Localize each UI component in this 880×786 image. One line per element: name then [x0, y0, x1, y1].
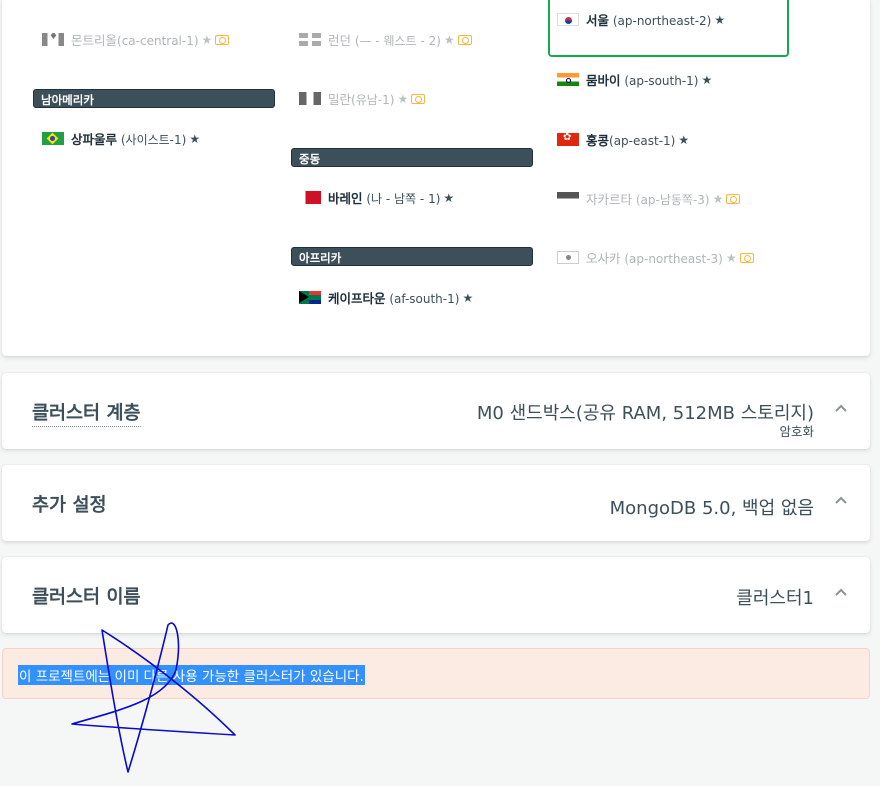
region-name: 상파울루 [71, 132, 118, 147]
region-option-bahrain[interactable]: 바레인 (나 - 남쪽 - 1) ★ [299, 188, 454, 207]
region-name: 런던 [328, 33, 352, 48]
star-icon: ★ [443, 190, 455, 205]
region-option-london: 런던 (— - 웨스트 - 2) ★ [299, 30, 472, 49]
region-code: (af-south-1) [389, 292, 460, 306]
region-option-jakarta: 자카르타 (ap-남동쪽-3) ★ [557, 189, 741, 208]
cluster-name-title: 클러스터 이름 [32, 587, 141, 608]
region-selector-card: 몬트리올(ca-central-1) ★ 남아메리카 상파울루 (사이스트-1)… [2, 0, 870, 356]
star-icon: ★ [714, 12, 726, 27]
region-option-hong-kong[interactable]: 홍콩(ap-east-1) ★ [557, 130, 689, 149]
region-name: 서울 [586, 13, 610, 28]
region-name: 뭄바이 [586, 73, 621, 88]
chevron-up-icon[interactable] [834, 401, 848, 415]
region-option-seoul[interactable]: 서울 (ap-northeast-2) ★ [557, 10, 725, 29]
cluster-tier-title: 클러스터 계층 [32, 399, 141, 427]
region-option-sao-paulo[interactable]: 상파울루 (사이스트-1) ★ [42, 129, 200, 148]
star-icon: ★ [462, 290, 474, 305]
region-group-middle-east: 중동 [291, 148, 533, 167]
region-name: 밀란 [328, 92, 352, 107]
cluster-name-value: 클러스터1 [736, 588, 814, 609]
star-icon: ★ [678, 132, 690, 147]
region-option-milan: 밀란(유남-1) ★ [299, 89, 426, 108]
free-tier-icon [215, 34, 230, 45]
additional-settings-value: MongoDB 5.0, 백업 없음 [609, 498, 814, 519]
region-option-cape-town[interactable]: 케이프타운 (af-south-1) ★ [299, 288, 473, 307]
star-icon: ★ [443, 32, 455, 47]
brazil-flag-icon [42, 132, 64, 145]
japan-flag-icon [557, 251, 579, 264]
error-banner: 이 프로젝트에는 이미 다른 사용 가능한 클러스터가 있습니다. [2, 648, 870, 699]
star-icon: ★ [201, 32, 213, 47]
india-flag-icon [557, 73, 579, 86]
free-tier-icon [457, 34, 472, 45]
region-option-mumbai[interactable]: 뭄바이 (ap-south-1) ★ [557, 70, 712, 89]
region-name: 자카르타 [586, 192, 633, 207]
region-code: (— - 웨스트 - 2) [354, 34, 441, 48]
korea-flag-icon [557, 13, 579, 26]
region-group-africa: 아프리카 [291, 247, 533, 266]
cluster-name-section[interactable]: 클러스터 이름 클러스터1 [2, 557, 870, 633]
cluster-tier-section[interactable]: 클러스터 계층 M0 샌드박스(공유 RAM, 512MB 스토리지) 암호화 [2, 373, 870, 449]
italy-flag-icon [299, 92, 321, 105]
star-icon: ★ [712, 191, 724, 206]
region-name: 케이프타운 [328, 291, 386, 306]
cluster-tier-subtext: 암호화 [779, 424, 814, 439]
chevron-up-icon[interactable] [834, 493, 848, 507]
hong-kong-flag-icon [557, 133, 579, 146]
chevron-up-icon[interactable] [834, 585, 848, 599]
region-name: 바레인 [328, 191, 363, 206]
region-code: (ap-south-1) [624, 74, 699, 88]
additional-settings-title: 추가 설정 [32, 495, 107, 516]
region-name: 오사카 [586, 251, 621, 266]
error-message: 이 프로젝트에는 이미 다른 사용 가능한 클러스터가 있습니다. [18, 665, 365, 685]
region-code: (나 - 남쪽 - 1) [366, 192, 441, 206]
region-code: (사이스트-1) [120, 133, 187, 147]
free-tier-icon [411, 93, 426, 104]
region-code: (ap-northeast-3) [624, 252, 723, 266]
region-option-montreal: 몬트리올(ca-central-1) ★ [42, 30, 230, 49]
bahrain-flag-icon [299, 191, 321, 204]
south-africa-flag-icon [299, 291, 321, 304]
region-code: (ap-남동쪽-3) [635, 193, 710, 207]
star-icon: ★ [725, 250, 737, 265]
free-tier-icon [739, 252, 754, 263]
additional-settings-section[interactable]: 추가 설정 MongoDB 5.0, 백업 없음 [2, 465, 870, 541]
free-tier-icon [726, 193, 741, 204]
region-code: (ca-central-1) [117, 34, 199, 48]
star-icon: ★ [397, 91, 409, 106]
uk-flag-icon [299, 33, 321, 46]
region-option-osaka: 오사카 (ap-northeast-3) ★ [557, 248, 754, 267]
region-code: (유남-1) [351, 93, 395, 107]
region-name: 홍콩 [586, 133, 610, 148]
region-code: (ap-northeast-2) [612, 14, 712, 28]
canada-flag-icon [42, 33, 64, 46]
indonesia-flag-icon [557, 192, 579, 205]
star-icon: ★ [701, 72, 713, 87]
region-name: 몬트리올 [71, 33, 118, 48]
region-code: (ap-east-1) [609, 134, 676, 148]
star-icon: ★ [189, 131, 201, 146]
region-group-south-america: 남아메리카 [33, 89, 275, 108]
cluster-tier-value: M0 샌드박스(공유 RAM, 512MB 스토리지) [476, 403, 814, 424]
